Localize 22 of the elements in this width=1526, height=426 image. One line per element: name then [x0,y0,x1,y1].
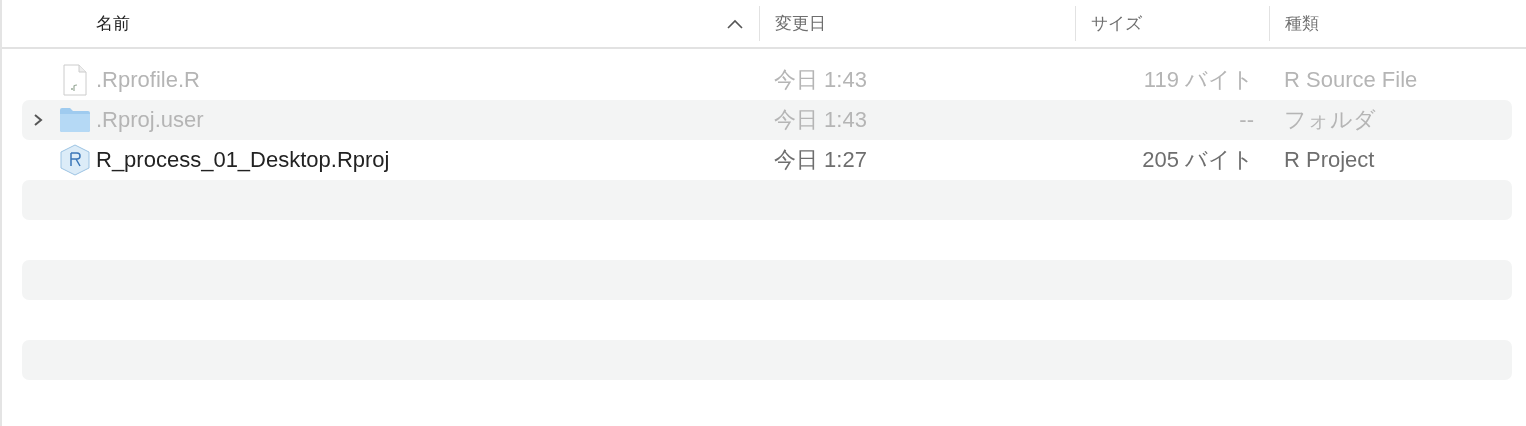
file-name: .Rproj.user [96,107,204,133]
column-header[interactable]: 名前 [2,6,759,41]
modified-date: 今日 1:43 [773,66,868,94]
modified-date: 今日 1:43 [773,106,868,134]
file-type: フォルダ [1283,106,1377,134]
file-type: R Source File [1283,67,1419,93]
folder-icon [59,107,91,133]
file-name: R_process_01_Desktop.Rproj [96,147,390,173]
file-type: R Project [1283,147,1376,173]
chevron-icon[interactable] [33,113,43,127]
file-row[interactable]: R_process_01_Desktop.Rproj 今日 1:27 205 バイト R Project [22,140,1512,180]
document-icon [63,64,87,96]
column-header[interactable]: 変更日 [759,6,1075,41]
sort-ascending-icon [727,18,743,29]
file-name: .Rprofile.R [96,67,200,93]
file-size: -- [1238,107,1255,133]
column-header[interactable]: 種類 [1269,6,1526,41]
column-header[interactable]: サイズ [1075,6,1269,41]
file-size: 119 バイト [1142,66,1255,94]
cube-icon [60,144,90,176]
file-size: 205 バイト [1141,146,1255,174]
modified-date: 今日 1:27 [773,146,868,174]
